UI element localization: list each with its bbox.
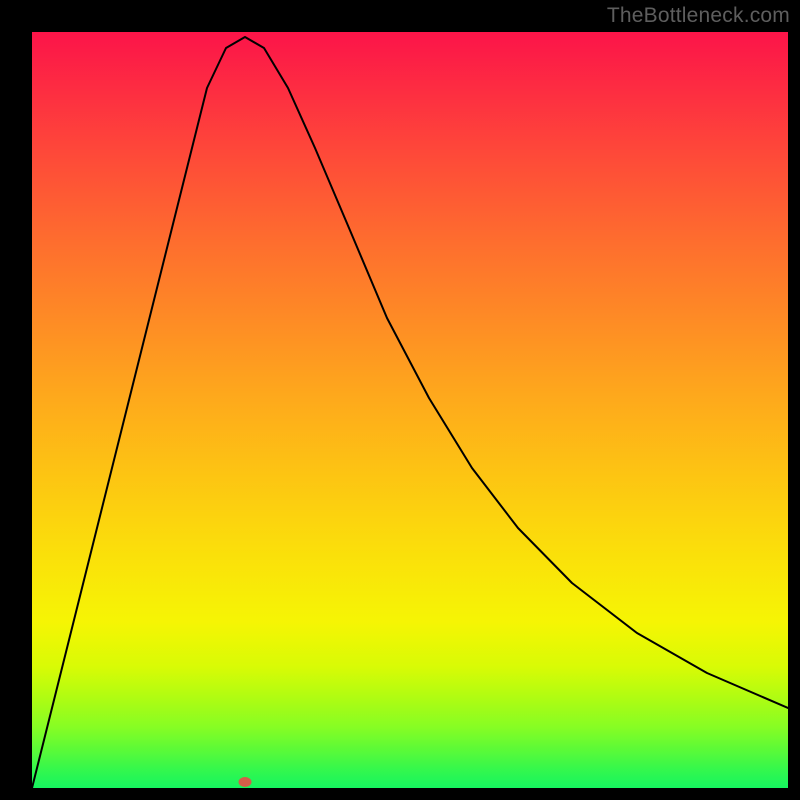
curve-svg xyxy=(32,32,788,788)
minimum-marker xyxy=(239,777,252,787)
watermark-text: TheBottleneck.com xyxy=(607,4,790,28)
plot-area xyxy=(32,32,788,788)
chart-container: TheBottleneck.com xyxy=(0,0,800,800)
bottleneck-curve xyxy=(32,37,788,788)
